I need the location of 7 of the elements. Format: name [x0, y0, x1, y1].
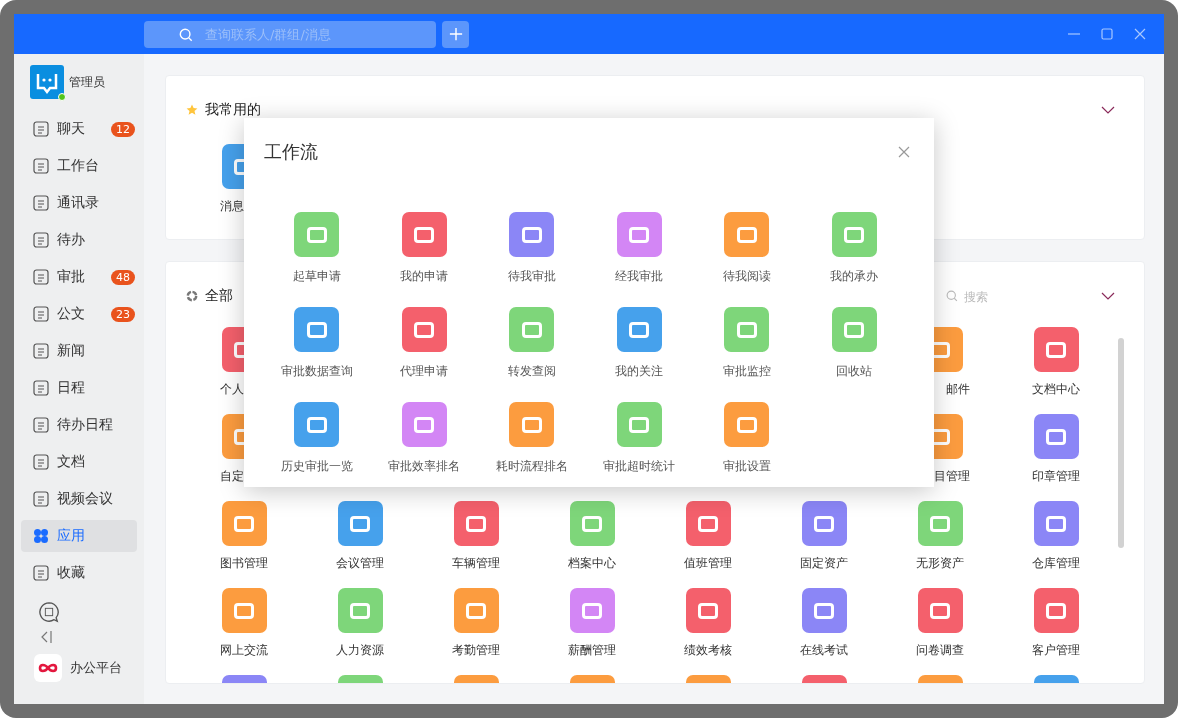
unread-count: 48	[111, 269, 135, 285]
unread-count: 12	[111, 121, 135, 137]
user-name: 管理员	[69, 73, 105, 91]
section-title: 全部	[205, 287, 233, 305]
dialog-title: 工作流	[264, 140, 318, 164]
section-title: 我常用的	[205, 101, 261, 119]
unread-count: 23	[111, 306, 135, 322]
